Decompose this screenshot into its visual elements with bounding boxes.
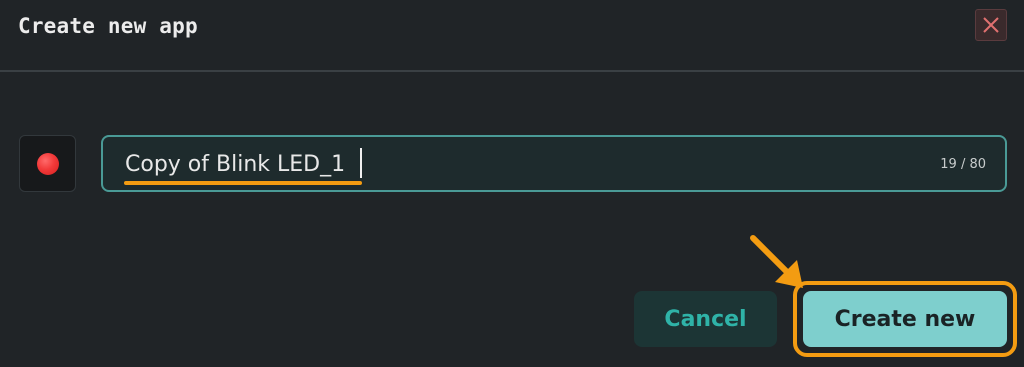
app-name-field[interactable]: 19 / 80 (101, 135, 1007, 192)
create-new-button[interactable]: Create new (803, 291, 1007, 347)
dialog-header: Create new app (0, 0, 1024, 72)
dialog-title: Create new app (18, 14, 198, 38)
text-caret (360, 148, 362, 178)
create-app-dialog: Create new app 19 / 80 Cancel Create new (0, 0, 1024, 367)
annotation-arrow-icon (750, 235, 803, 288)
app-icon-picker[interactable] (19, 135, 76, 192)
close-icon (983, 17, 999, 33)
char-counter: 19 / 80 (940, 157, 986, 172)
red-dot-icon (36, 152, 59, 175)
annotation-underline (124, 181, 362, 185)
app-name-input[interactable] (125, 149, 905, 179)
close-button[interactable] (975, 9, 1007, 41)
